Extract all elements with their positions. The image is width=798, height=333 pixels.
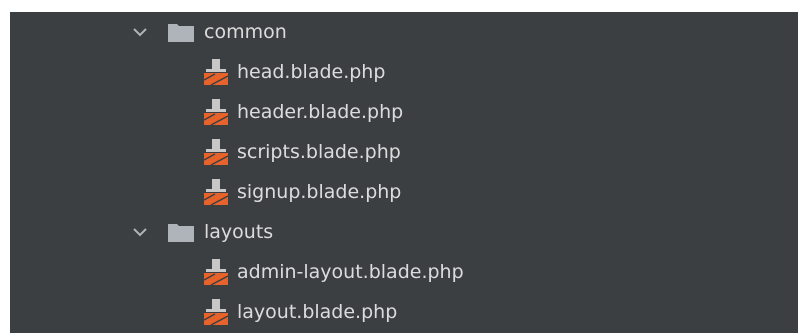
- tree-file-row[interactable]: layout.blade.php: [203, 292, 798, 332]
- tree-folder-label: layouts: [204, 221, 274, 243]
- blade-file-icon: [203, 258, 229, 286]
- tree-file-label: header.blade.php: [237, 101, 404, 123]
- tree-file-row[interactable]: header.blade.php: [203, 92, 798, 132]
- tree-file-label: scripts.blade.php: [237, 141, 401, 163]
- tree-file-label: head.blade.php: [237, 61, 386, 83]
- tree-file-row[interactable]: scripts.blade.php: [203, 132, 798, 172]
- tree-file-row[interactable]: admin-layout.blade.php: [203, 252, 798, 292]
- blade-file-icon: [203, 178, 229, 206]
- blade-file-icon: [203, 58, 229, 86]
- tree-folder-common[interactable]: common: [132, 12, 798, 52]
- tree-file-label: layout.blade.php: [237, 301, 398, 323]
- blade-file-icon: [203, 98, 229, 126]
- tree-file-label: signup.blade.php: [237, 181, 402, 203]
- project-tree-panel: common head.blade.php header.blade.php s…: [10, 12, 798, 333]
- folder-icon: [168, 222, 194, 242]
- chevron-down-icon[interactable]: [132, 224, 148, 240]
- folder-icon: [168, 22, 194, 42]
- tree-file-label: admin-layout.blade.php: [237, 261, 464, 283]
- blade-file-icon: [203, 138, 229, 166]
- blade-file-icon: [203, 298, 229, 326]
- tree-file-row[interactable]: head.blade.php: [203, 52, 798, 92]
- tree-folder-layouts[interactable]: layouts: [132, 212, 798, 252]
- chevron-down-icon[interactable]: [132, 24, 148, 40]
- tree-folder-label: common: [204, 21, 287, 43]
- tree-file-row[interactable]: signup.blade.php: [203, 172, 798, 212]
